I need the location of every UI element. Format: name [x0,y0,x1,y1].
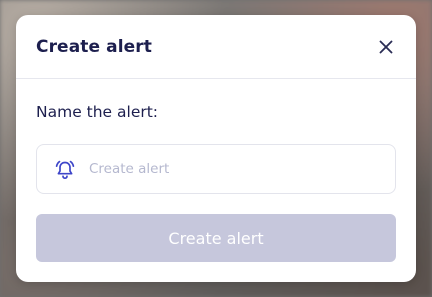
bell-ringing-icon [55,160,75,180]
create-alert-button[interactable]: Create alert [36,214,396,262]
alert-name-label: Name the alert: [36,103,159,121]
modal-title: Create alert [36,37,152,57]
create-alert-modal: Create alert Name the alert: Create aler… [16,15,416,282]
close-icon [379,40,393,54]
close-button[interactable] [374,35,398,59]
alert-name-field[interactable] [36,144,396,194]
modal-header: Create alert [16,15,416,79]
alert-name-input[interactable] [89,145,389,193]
